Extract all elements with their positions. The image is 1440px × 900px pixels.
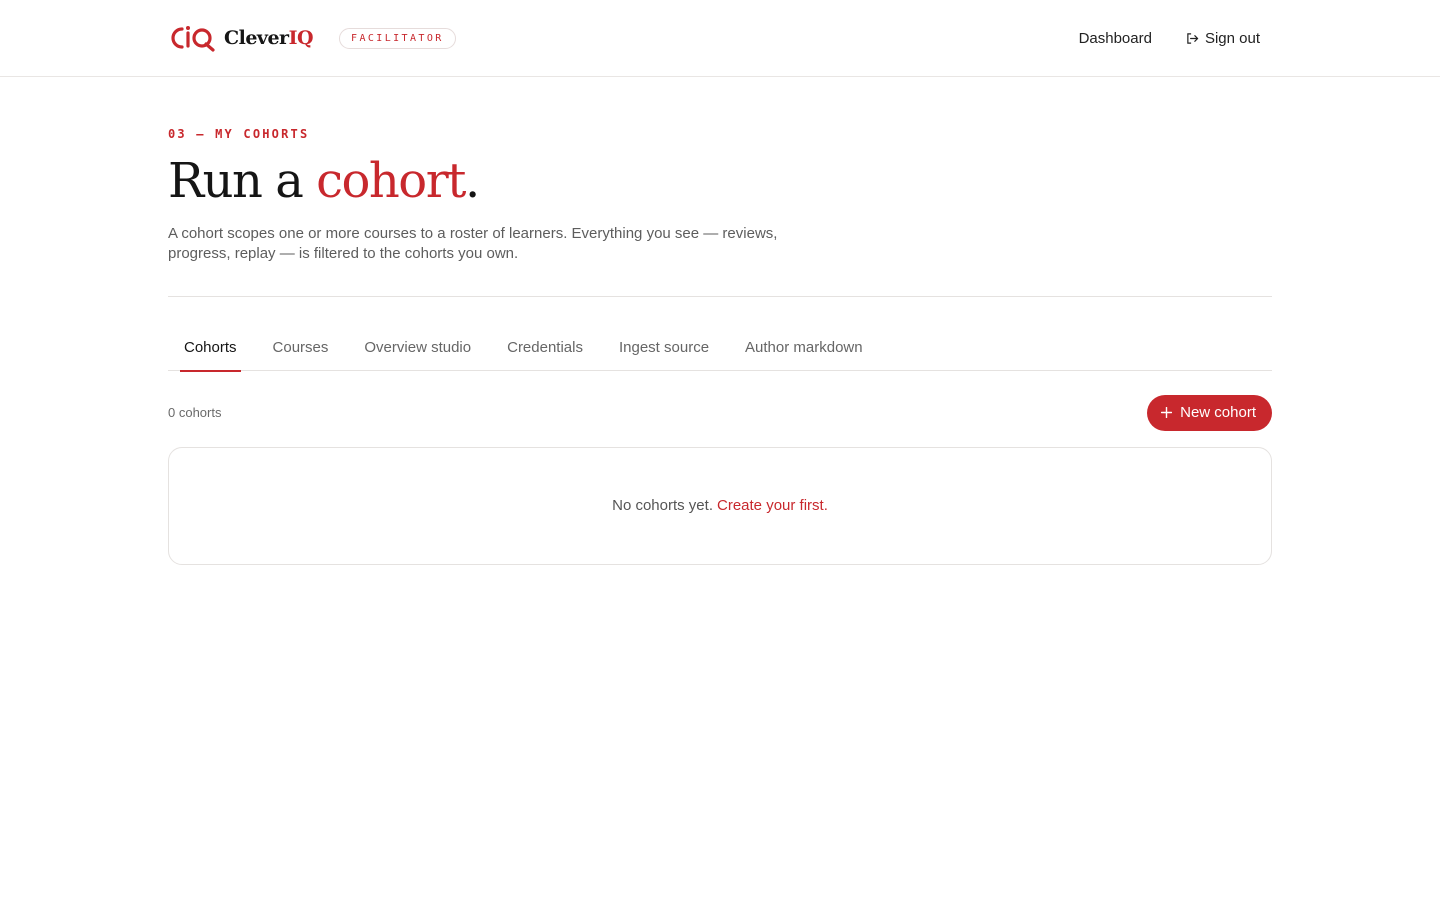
dashboard-link[interactable]: Dashboard <box>1067 22 1164 55</box>
header-nav: Dashboard Sign out <box>1067 22 1272 55</box>
tab-credentials[interactable]: Credentials <box>491 335 599 371</box>
section-eyebrow: 03 — MY COHORTS <box>168 127 310 141</box>
new-cohort-button[interactable]: New cohort <box>1147 394 1272 431</box>
create-first-cohort-link[interactable]: Create your first. <box>717 497 828 514</box>
tab-courses[interactable]: Courses <box>257 335 345 371</box>
new-cohort-label: New cohort <box>1180 404 1256 422</box>
brand-name: CleverIQ <box>224 27 314 49</box>
tab-cohorts[interactable]: Cohorts <box>180 335 241 372</box>
page-title: Run a cohort. <box>168 153 480 209</box>
sign-out-label: Sign out <box>1204 29 1260 47</box>
role-badge: FACILITATOR <box>339 27 456 49</box>
empty-state: No cohorts yet. Create your first. <box>168 446 1272 565</box>
empty-message: No cohorts yet. <box>612 497 713 515</box>
page-description: A cohort scopes one or more courses to a… <box>168 224 778 262</box>
main-content: 03 — MY COHORTS Run a cohort. A cohort s… <box>168 127 1272 565</box>
tab-overview-studio[interactable]: Overview studio <box>348 335 487 371</box>
tab-ingest-source[interactable]: Ingest source <box>603 335 725 371</box>
sign-out-icon <box>1187 32 1199 44</box>
tab-author-markdown[interactable]: Author markdown <box>729 335 879 371</box>
brand[interactable]: CleverIQ FACILITATOR <box>168 24 456 52</box>
plus-icon <box>1161 407 1173 419</box>
top-header: CleverIQ FACILITATOR Dashboard Sign out <box>0 0 1440 77</box>
cohort-toolbar: 0 cohorts New cohort <box>168 394 1272 431</box>
section-divider <box>168 295 1272 297</box>
tab-bar: Cohorts Courses Overview studio Credenti… <box>168 335 1272 372</box>
header-inner: CleverIQ FACILITATOR Dashboard Sign out <box>168 0 1272 76</box>
sign-out-button[interactable]: Sign out <box>1174 22 1272 55</box>
cleveriq-logo-icon <box>171 26 215 52</box>
cohort-count: 0 cohorts <box>168 405 222 421</box>
